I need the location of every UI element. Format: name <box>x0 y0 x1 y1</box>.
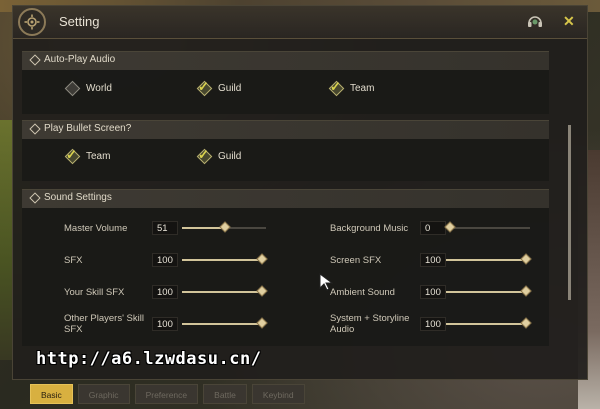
slider-label-system-storyline-audio: System + Storyline Audio <box>330 313 410 335</box>
section-body-bullet-screen: ✓ Team ✓ Guild <box>22 139 549 181</box>
check-icon: ✓ <box>330 79 341 94</box>
close-icon[interactable]: ✕ <box>563 12 575 30</box>
slider-background-music[interactable] <box>444 221 530 233</box>
slider-master-volume[interactable] <box>182 221 266 233</box>
check-icon: ✓ <box>198 79 209 94</box>
checkbox-label: Team <box>350 83 375 94</box>
slider-system-storyline-audio[interactable] <box>446 317 532 329</box>
value-other-players-skill-sfx[interactable]: 100 <box>152 317 178 331</box>
settings-tabs: Basic Graphic Preference Battle Keybind <box>30 384 310 404</box>
slider-fill <box>446 323 526 325</box>
watermark-url: http://a6.lzwdasu.cn/ <box>36 349 262 369</box>
check-icon: ✓ <box>66 147 77 162</box>
tab-basic[interactable]: Basic <box>30 384 73 404</box>
diamond-icon <box>29 192 41 204</box>
tab-keybind[interactable]: Keybind <box>251 384 305 404</box>
section-title: Auto-Play Audio <box>44 54 116 65</box>
tab-preference[interactable]: Preference <box>134 384 199 404</box>
checkbox-label: Guild <box>218 151 242 162</box>
slider-sfx[interactable] <box>182 253 268 265</box>
slider-label-master-volume: Master Volume <box>64 223 128 234</box>
window-title: Setting <box>59 14 100 29</box>
slider-label-other-players-skill-sfx: Other Players' Skill SFX <box>64 313 144 335</box>
mouse-cursor-icon <box>319 273 333 291</box>
slider-other-players-skill-sfx[interactable] <box>182 317 268 329</box>
check-icon: ✓ <box>198 147 209 162</box>
section-title: Play Bullet Screen? <box>44 123 132 134</box>
slider-fill <box>182 323 262 325</box>
slider-label-sfx: SFX <box>64 255 83 266</box>
value-ambient-sound[interactable]: 100 <box>420 285 446 299</box>
headset-icon[interactable] <box>526 13 544 31</box>
section-title: Sound Settings <box>44 192 112 203</box>
section-body-autoplay-audio: World ✓ Guild ✓ Team <box>22 70 549 114</box>
gear-icon <box>18 8 46 36</box>
slider-label-screen-sfx: Screen SFX <box>330 255 382 266</box>
checkbox-guild[interactable]: ✓ Guild <box>196 147 242 165</box>
checkbox-label: World <box>86 83 112 94</box>
checkbox-world[interactable]: World <box>64 80 112 97</box>
checkbox-team[interactable]: ✓ Team <box>64 147 111 165</box>
scrollbar[interactable] <box>568 125 571 300</box>
slider-label-background-music: Background Music <box>330 223 409 234</box>
section-header-bullet-screen: Play Bullet Screen? <box>22 120 549 139</box>
tab-graphic[interactable]: Graphic <box>77 384 130 404</box>
value-background-music[interactable]: 0 <box>420 221 446 235</box>
value-your-skill-sfx[interactable]: 100 <box>152 285 178 299</box>
value-sfx[interactable]: 100 <box>152 253 178 267</box>
slider-screen-sfx[interactable] <box>446 253 532 265</box>
diamond-icon <box>29 123 41 135</box>
diamond-icon <box>29 54 41 66</box>
title-bar: Setting ✕ <box>13 6 587 39</box>
slider-your-skill-sfx[interactable] <box>182 285 268 297</box>
checkbox-box <box>64 80 81 97</box>
checkbox-guild[interactable]: ✓ Guild <box>196 79 242 97</box>
section-header-autoplay-audio: Auto-Play Audio <box>22 51 549 70</box>
tab-battle[interactable]: Battle <box>203 384 247 404</box>
slider-fill <box>446 259 526 261</box>
slider-label-your-skill-sfx: Your Skill SFX <box>64 287 125 298</box>
slider-fill <box>182 227 225 229</box>
slider-label-ambient-sound: Ambient Sound <box>330 287 395 298</box>
slider-fill <box>446 291 526 293</box>
checkbox-team[interactable]: ✓ Team <box>328 79 375 97</box>
value-screen-sfx[interactable]: 100 <box>420 253 446 267</box>
checkbox-label: Guild <box>218 83 242 94</box>
slider-ambient-sound[interactable] <box>446 285 532 297</box>
section-header-sound-settings: Sound Settings <box>22 189 549 208</box>
slider-fill <box>182 291 262 293</box>
checkbox-label: Team <box>86 151 111 162</box>
slider-fill <box>182 259 262 261</box>
value-master-volume[interactable]: 51 <box>152 221 178 235</box>
value-system-storyline-audio[interactable]: 100 <box>420 317 446 331</box>
